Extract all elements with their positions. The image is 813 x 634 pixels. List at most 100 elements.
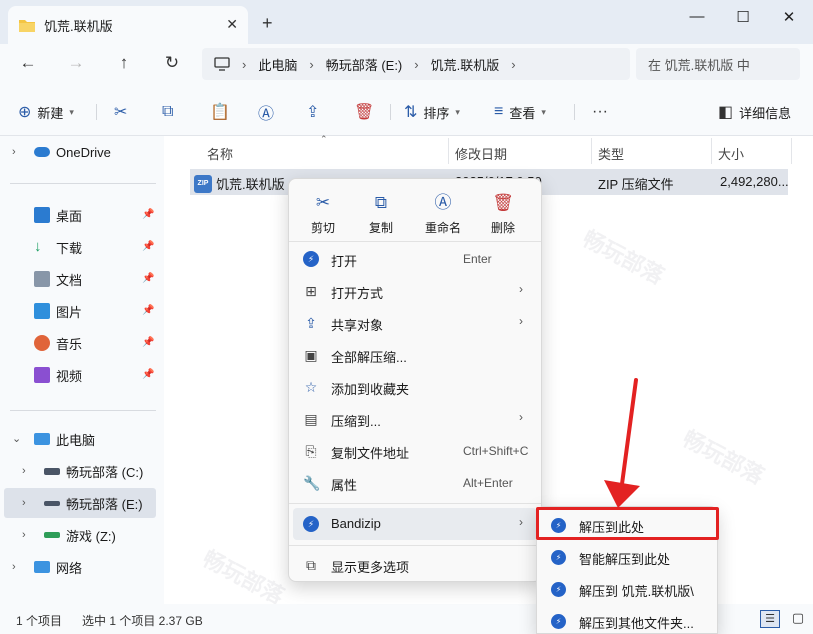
- copy-button[interactable]: ⧉: [162, 99, 173, 125]
- tiles-view-icon[interactable]: ▢: [788, 610, 808, 628]
- sidebar-item-this-pc[interactable]: ⌄ 此电脑: [0, 424, 158, 454]
- submenu-item-extract-to-folder[interactable]: ⚡ 解压到 饥荒.联机版\: [541, 574, 715, 604]
- music-icon: [34, 335, 50, 351]
- details-label: 详细信息: [739, 105, 792, 121]
- menu-item-extract-all[interactable]: ▣ 全部解压缩...: [293, 339, 537, 371]
- chevron-right-icon: ›: [309, 56, 314, 72]
- menu-item-favorites[interactable]: ☆ 添加到收藏夹: [293, 371, 537, 403]
- drive-icon: [44, 467, 60, 475]
- menu-item-more-options[interactable]: ⧉ 显示更多选项: [293, 549, 537, 581]
- chevron-right-icon[interactable]: ›: [12, 146, 16, 158]
- more-button[interactable]: ···: [592, 99, 608, 125]
- pin-icon[interactable]: 📌: [142, 369, 154, 380]
- view-button[interactable]: ≡ 查看 ▾: [494, 99, 546, 125]
- maximize-button[interactable]: ☐: [728, 8, 758, 28]
- sort-icon: ⇅: [404, 104, 418, 121]
- share-button[interactable]: ⇪: [306, 99, 319, 125]
- sidebar-item-drive-c[interactable]: › 畅玩部落 (C:): [0, 456, 158, 486]
- rename-button[interactable]: Ⓐ: [258, 99, 274, 125]
- column-divider[interactable]: [591, 138, 592, 164]
- sidebar-item-onedrive[interactable]: › OneDrive: [0, 137, 158, 167]
- new-button[interactable]: ⊕ 新建 ▾: [18, 99, 74, 125]
- rename-icon: Ⓐ: [434, 193, 452, 212]
- chevron-right-icon[interactable]: ›: [22, 529, 26, 541]
- paste-button[interactable]: 📋: [210, 99, 230, 125]
- file-size: 2,492,280...: [720, 174, 789, 189]
- column-header-type[interactable]: 类型: [598, 141, 624, 165]
- menu-item-bandizip[interactable]: ⚡ Bandizip ›: [293, 508, 537, 540]
- sort-label: 排序: [423, 105, 450, 121]
- search-box[interactable]: 在 饥荒.联机版 中: [636, 48, 800, 80]
- menu-item-shortcut: Ctrl+Shift+C: [463, 444, 529, 458]
- details-view-icon[interactable]: ☰: [760, 610, 780, 628]
- minimize-button[interactable]: —: [682, 8, 712, 28]
- tab-close-icon[interactable]: ✕: [226, 16, 238, 33]
- copy-action[interactable]: ⧉ 复制: [351, 187, 411, 239]
- close-window-button[interactable]: ✕: [774, 8, 804, 28]
- up-button[interactable]: ↑: [112, 53, 136, 75]
- chevron-right-icon[interactable]: ›: [12, 561, 16, 573]
- back-button[interactable]: ←: [16, 53, 40, 75]
- column-header-name[interactable]: 名称: [207, 141, 233, 165]
- cut-button[interactable]: ✂: [114, 99, 127, 125]
- video-icon: [34, 367, 50, 383]
- menu-item-share[interactable]: ⇪ 共享对象 ›: [293, 307, 537, 339]
- rename-icon: Ⓐ: [258, 106, 275, 123]
- menu-item-label: Bandizip: [331, 516, 381, 531]
- chevron-down-icon[interactable]: ⌄: [12, 432, 21, 445]
- chevron-right-icon[interactable]: ›: [511, 57, 515, 72]
- view-list-icon: ≡: [494, 103, 504, 120]
- bandizip-icon: ⚡: [303, 251, 319, 267]
- pin-icon[interactable]: 📌: [142, 241, 154, 252]
- sort-button[interactable]: ⇅ 排序 ▾: [404, 99, 460, 125]
- column-divider[interactable]: [711, 138, 712, 164]
- chevron-right-icon[interactable]: ›: [22, 465, 26, 477]
- menu-item-copy-path[interactable]: ⎘ 复制文件地址 Ctrl+Shift+C: [293, 435, 537, 467]
- more-options-icon: ⧉: [306, 557, 316, 573]
- menu-item-compress[interactable]: ▤ 压缩到... ›: [293, 403, 537, 435]
- menu-item-properties[interactable]: 🔧 属性 Alt+Enter: [293, 467, 537, 499]
- sidebar-item-desktop[interactable]: 桌面 📌: [0, 200, 158, 230]
- sidebar-item-videos[interactable]: 视频 📌: [0, 360, 158, 390]
- sidebar-item-drive-e[interactable]: › 畅玩部落 (E:): [4, 488, 156, 518]
- pin-icon[interactable]: 📌: [142, 337, 154, 348]
- submenu-item-extract-other[interactable]: ⚡ 解压到其他文件夹...: [541, 606, 715, 633]
- submenu-item-smart-extract[interactable]: ⚡ 智能解压到此处: [541, 542, 715, 572]
- sidebar-item-music[interactable]: 音乐 📌: [0, 328, 158, 358]
- breadcrumb-folder[interactable]: 饥荒.联机版: [431, 55, 500, 74]
- pin-icon[interactable]: 📌: [142, 209, 154, 220]
- refresh-button[interactable]: ↻: [160, 53, 184, 75]
- desktop-icon: [34, 207, 50, 223]
- column-header-size[interactable]: 大小: [718, 141, 744, 165]
- window-tab[interactable]: 饥荒.联机版 ✕: [8, 6, 248, 44]
- pin-icon[interactable]: 📌: [142, 305, 154, 316]
- cut-action[interactable]: ✂ 剪切: [293, 187, 353, 239]
- action-label: 复制: [368, 221, 393, 235]
- sidebar-item-documents[interactable]: 文档 📌: [0, 264, 158, 294]
- delete-button[interactable]: 🗑: [354, 99, 374, 125]
- sidebar-item-network[interactable]: › 网络: [0, 552, 158, 582]
- copy-icon: ⧉: [162, 103, 174, 120]
- menu-item-open[interactable]: ⚡ 打开 Enter: [293, 243, 537, 275]
- sidebar-item-drive-z[interactable]: › 游戏 (Z:): [0, 520, 158, 550]
- sidebar-item-downloads[interactable]: ↓ 下载 📌: [0, 232, 158, 262]
- address-bar[interactable]: › 此电脑 › 畅玩部落 (E:) › 饥荒.联机版 ›: [202, 48, 630, 80]
- column-label: 修改日期: [455, 146, 508, 162]
- computer-icon: [214, 57, 230, 71]
- breadcrumb-this-pc[interactable]: 此电脑: [258, 55, 297, 74]
- details-pane-button[interactable]: ◧ 详细信息: [718, 99, 791, 125]
- new-tab-button[interactable]: +: [262, 13, 273, 34]
- forward-button[interactable]: →: [64, 53, 88, 75]
- sort-ascending-icon: ⌃: [320, 134, 328, 144]
- delete-action[interactable]: 🗑 删除: [473, 187, 533, 239]
- column-divider[interactable]: [791, 138, 792, 164]
- sidebar-item-pictures[interactable]: 图片 📌: [0, 296, 158, 326]
- rename-action[interactable]: Ⓐ 重命名: [413, 187, 473, 239]
- breadcrumb-drive[interactable]: 畅玩部落 (E:): [326, 55, 403, 74]
- chevron-right-icon[interactable]: ›: [22, 497, 26, 509]
- column-divider[interactable]: [448, 138, 449, 164]
- column-header-modified[interactable]: 修改日期: [455, 141, 507, 165]
- pin-icon[interactable]: 📌: [142, 273, 154, 284]
- menu-item-open-with[interactable]: ⊞ 打开方式 ›: [293, 275, 537, 307]
- command-bar: ⊕ 新建 ▾ ✂ ⧉ 📋 Ⓐ ⇪ 🗑 ⇅ 排序 ▾ ≡ 查看 ▾ ··· ◧ 详…: [0, 86, 813, 136]
